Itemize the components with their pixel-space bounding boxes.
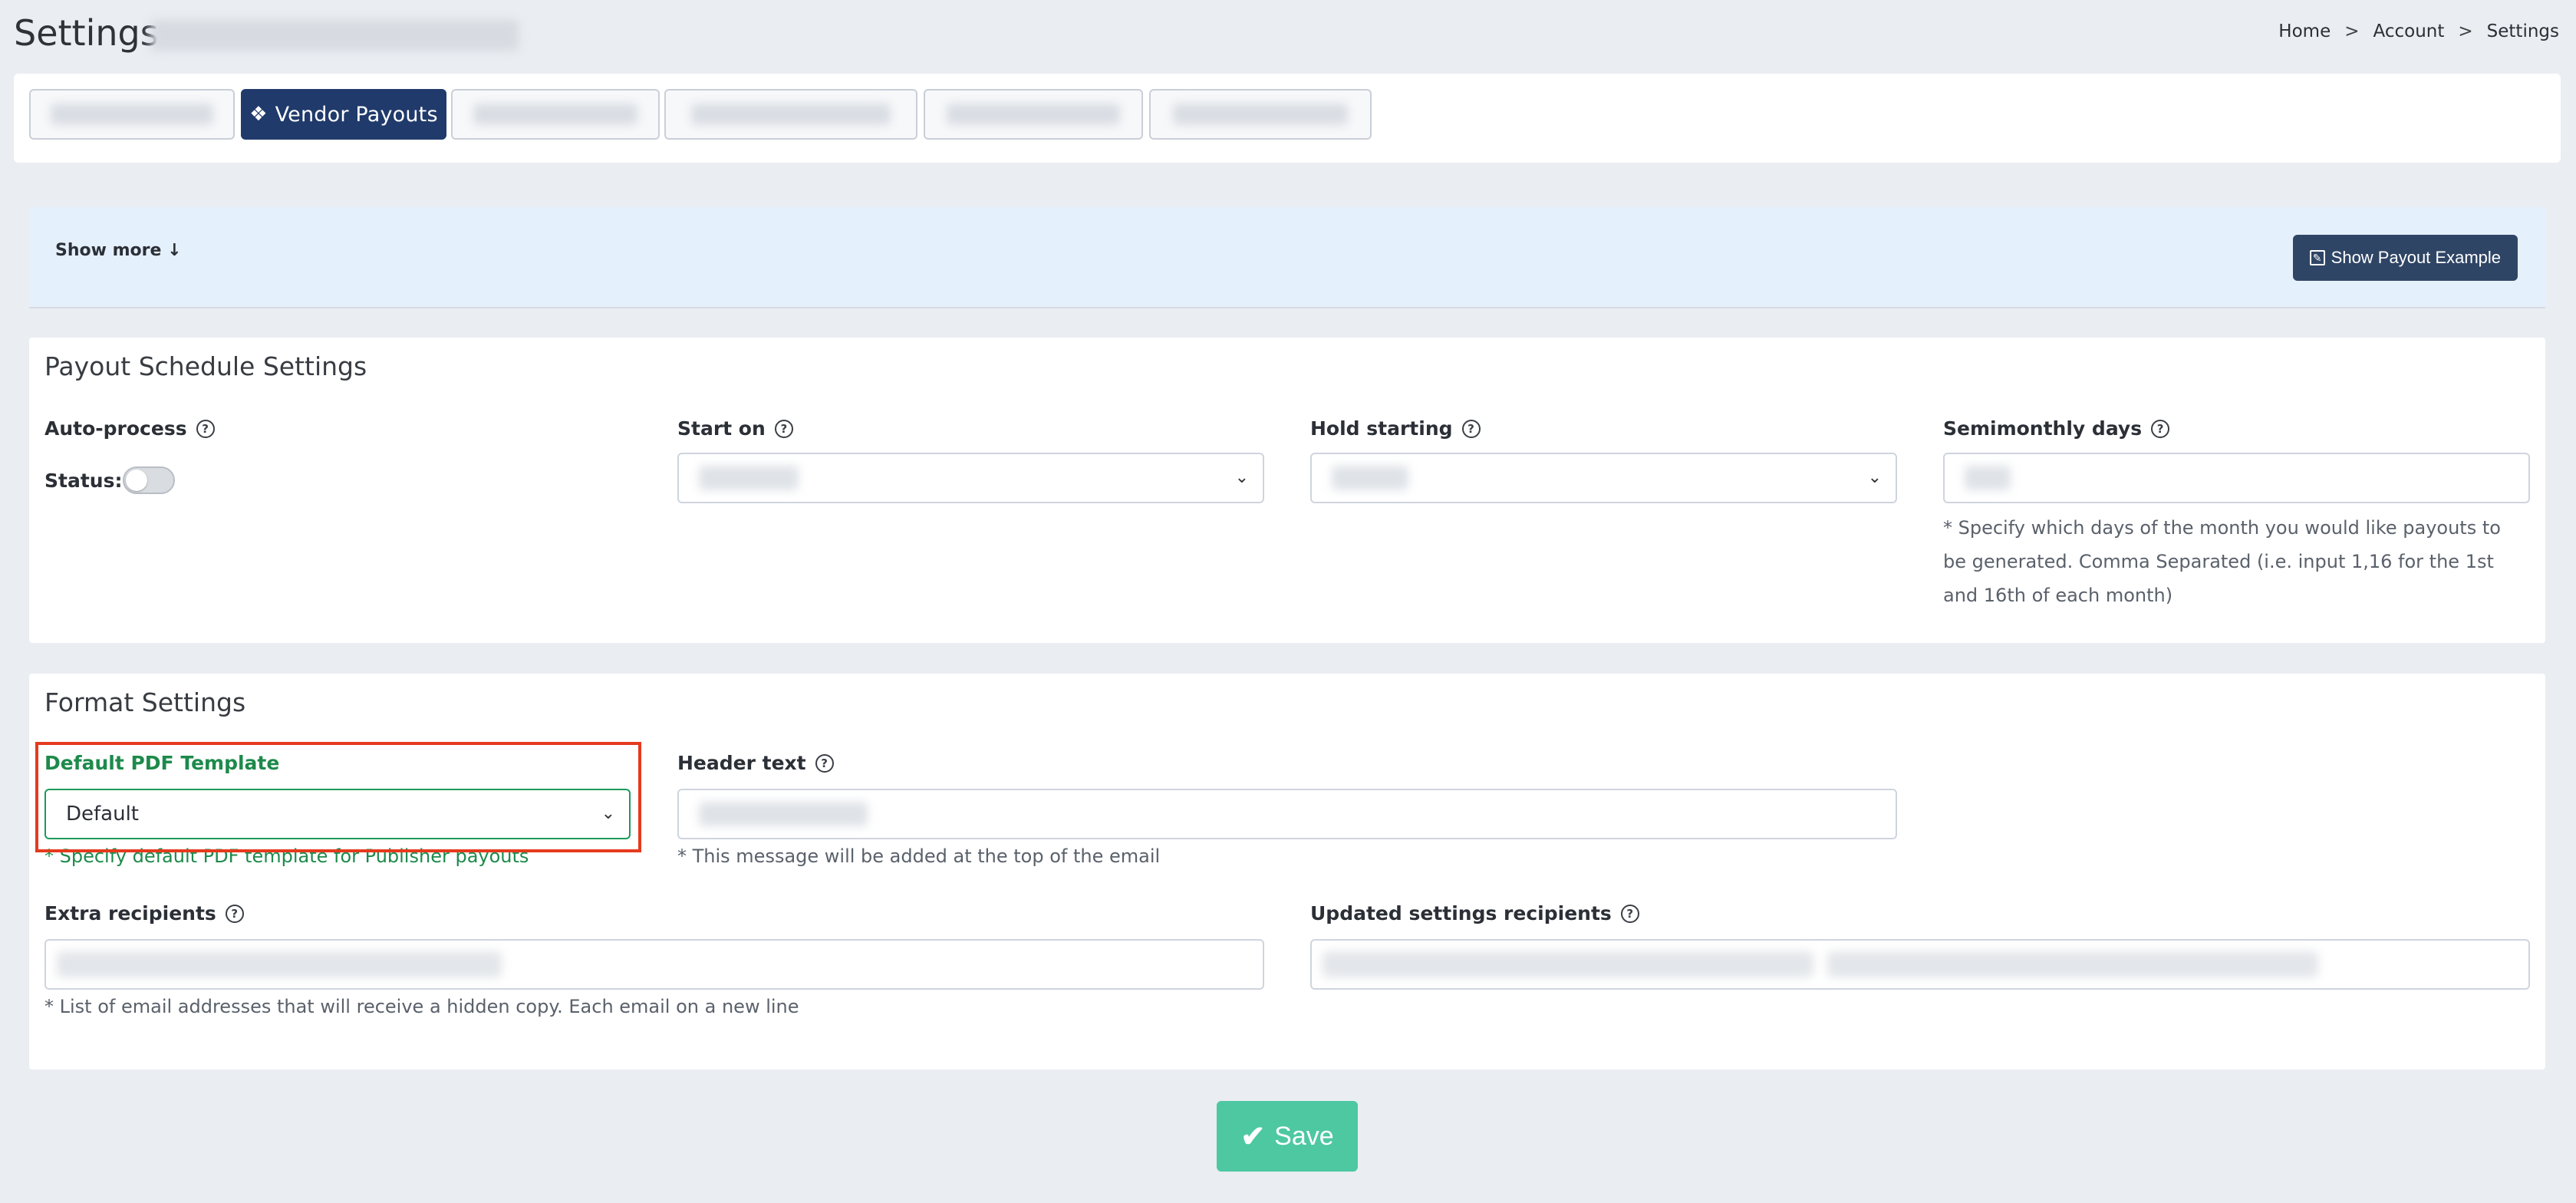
payout-schedule-card: Payout Schedule Settings Auto-process ? … <box>29 338 2545 643</box>
header-text-hint: * This message will be added at the top … <box>677 845 1161 867</box>
tab-vendor-payouts[interactable]: ❖ Vendor Payouts <box>241 89 446 140</box>
breadcrumb-account[interactable]: Account <box>2373 21 2445 41</box>
start-on-value-redacted <box>699 466 799 490</box>
tab-label-redacted <box>1172 104 1349 125</box>
breadcrumb-home[interactable]: Home <box>2278 21 2331 41</box>
hold-starting-label: Hold starting ? <box>1310 417 1481 440</box>
tab-redacted-3[interactable] <box>451 89 660 140</box>
header-text-input[interactable] <box>677 789 1897 839</box>
tab-redacted-5[interactable] <box>924 89 1143 140</box>
show-more-toggle[interactable]: Show more ↓ <box>55 241 182 260</box>
page-title: Settings <box>14 12 159 54</box>
breadcrumb-separator: > <box>2344 21 2360 41</box>
auto-process-toggle[interactable] <box>123 466 175 494</box>
breadcrumb-settings: Settings <box>2486 21 2559 41</box>
header-text-value-redacted <box>699 802 868 826</box>
recipient-tag-redacted <box>57 951 502 977</box>
recipient-tag-redacted <box>1827 951 2318 977</box>
auto-process-text: Auto-process <box>44 417 187 440</box>
toggle-knob <box>126 470 147 491</box>
extra-recipients-input[interactable] <box>44 939 1264 990</box>
cubes-icon: ❖ <box>249 103 268 126</box>
extra-recipients-label: Extra recipients ? <box>44 902 244 924</box>
breadcrumb: Home > Account > Settings <box>2278 21 2559 41</box>
breadcrumb-separator: > <box>2458 21 2473 41</box>
help-icon[interactable]: ? <box>2151 419 2170 438</box>
tab-label-redacted <box>51 104 213 125</box>
highlight-box <box>35 742 641 852</box>
payout-schedule-title: Payout Schedule Settings <box>44 351 367 381</box>
page-subtitle-redacted <box>150 20 519 51</box>
info-panel: Show more ↓ ✎ Show Payout Example <box>29 207 2545 308</box>
recipient-tag-redacted <box>1323 951 1813 977</box>
check-icon: ✔ <box>1240 1120 1266 1153</box>
header-text-label: Header text ? <box>677 752 834 774</box>
tab-redacted-4[interactable] <box>664 89 917 140</box>
updated-recipients-text: Updated settings recipients <box>1310 902 1612 924</box>
start-on-label: Start on ? <box>677 417 793 440</box>
start-on-select[interactable]: ⌄ <box>677 453 1264 503</box>
chevron-down-icon: ⌄ <box>1234 468 1249 487</box>
status-label: Status: <box>44 470 123 492</box>
save-label: Save <box>1274 1121 1334 1151</box>
save-button[interactable]: ✔ Save <box>1217 1101 1358 1172</box>
tab-label-redacted <box>473 104 638 125</box>
tab-label: Vendor Payouts <box>275 102 438 127</box>
updated-recipients-label: Updated settings recipients ? <box>1310 902 1639 924</box>
help-icon[interactable]: ? <box>1461 419 1481 438</box>
extra-recipients-text: Extra recipients <box>44 902 216 924</box>
help-icon[interactable]: ? <box>196 419 215 438</box>
semimonthly-days-text: Semimonthly days <box>1943 417 2143 440</box>
tab-label-redacted <box>947 104 1120 125</box>
edit-icon: ✎ <box>2309 250 2325 265</box>
settings-tabs-bar: ❖ Vendor Payouts <box>14 74 2561 163</box>
header-text-text: Header text <box>677 752 806 774</box>
help-icon[interactable]: ? <box>774 419 793 438</box>
show-payout-example-button[interactable]: ✎ Show Payout Example <box>2292 235 2518 281</box>
show-payout-example-label: Show Payout Example <box>2331 248 2501 267</box>
help-icon[interactable]: ? <box>815 753 834 773</box>
tab-redacted-6[interactable] <box>1149 89 1372 140</box>
start-on-text: Start on <box>677 417 766 440</box>
semimonthly-days-label: Semimonthly days ? <box>1943 417 2170 440</box>
semimonthly-days-hint: * Specify which days of the month you wo… <box>1943 517 2501 606</box>
format-settings-card: Format Settings Default PDF Template Def… <box>29 674 2545 1070</box>
semimonthly-days-input[interactable] <box>1943 453 2530 503</box>
tab-redacted-1[interactable] <box>29 89 235 140</box>
auto-process-label: Auto-process ? <box>44 417 215 440</box>
format-settings-title: Format Settings <box>44 687 246 717</box>
tab-label-redacted <box>690 104 891 125</box>
semimonthly-days-value-redacted <box>1965 466 2011 490</box>
chevron-down-icon: ⌄ <box>1867 468 1882 487</box>
hold-starting-text: Hold starting <box>1310 417 1453 440</box>
hold-starting-value-redacted <box>1332 466 1408 490</box>
help-icon[interactable]: ? <box>225 904 244 923</box>
help-icon[interactable]: ? <box>1620 904 1639 923</box>
extra-recipients-hint: * List of email addresses that will rece… <box>44 996 799 1017</box>
updated-recipients-input[interactable] <box>1310 939 2530 990</box>
hold-starting-select[interactable]: ⌄ <box>1310 453 1897 503</box>
